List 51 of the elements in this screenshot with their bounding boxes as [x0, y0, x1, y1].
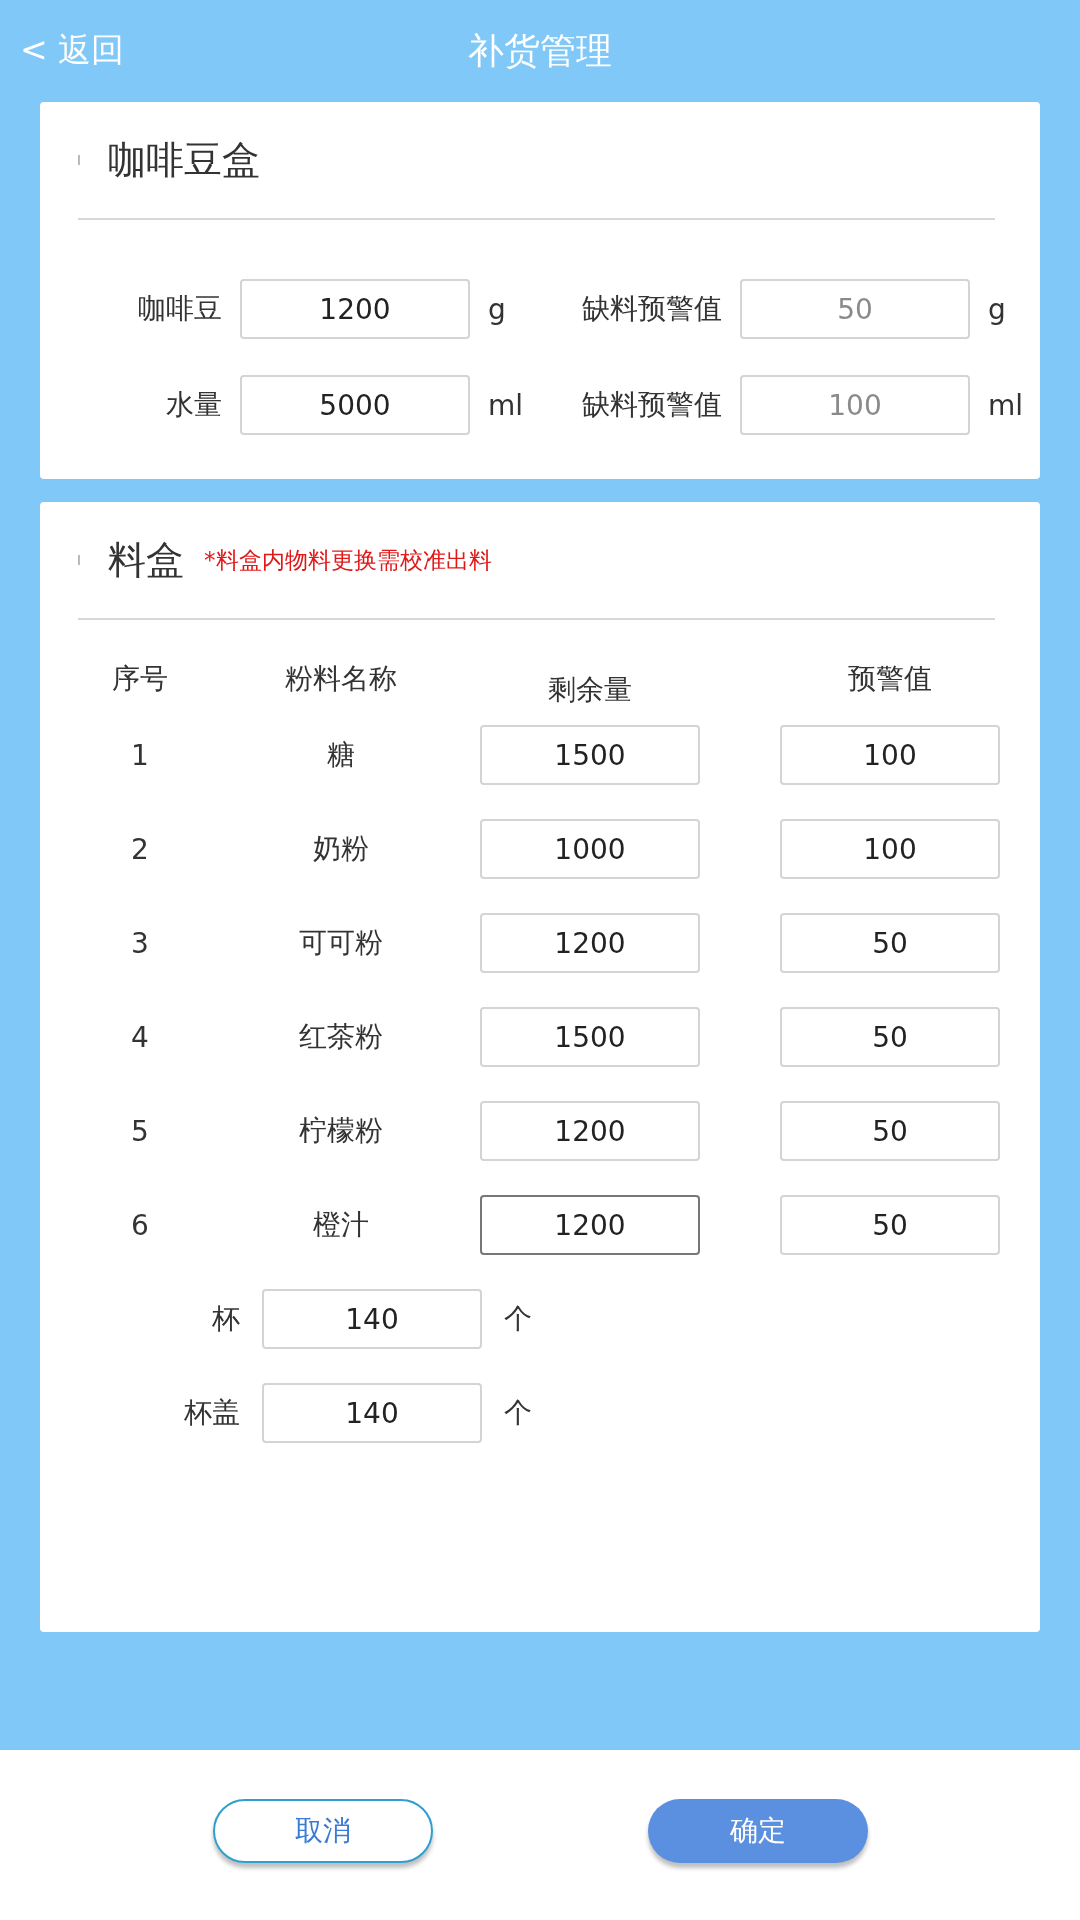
page-title: 补货管理 [468, 28, 612, 73]
remaining-field[interactable]: 1000 [480, 819, 700, 879]
material-name: 糖 [326, 737, 356, 773]
count-field[interactable]: 140 [262, 1289, 482, 1349]
row-number: 5 [130, 1114, 150, 1148]
row-number: 6 [130, 1208, 150, 1242]
field-label: 缺料预警值 [581, 387, 722, 423]
unit-label: ml [988, 388, 1024, 422]
amount-field[interactable]: 5000 [240, 375, 470, 435]
cancel-button[interactable]: 取消 [212, 1799, 433, 1863]
warning-note: *料盒内物料更换需校准出料 [204, 545, 492, 575]
field-label: 杯 [211, 1301, 240, 1337]
field-label: 水量 [165, 387, 222, 423]
unit-label: ml [488, 388, 525, 422]
amount-field[interactable]: 1200 [240, 279, 470, 339]
material-name: 红茶粉 [298, 1019, 384, 1055]
field-label: 缺料预警值 [581, 291, 722, 327]
remaining-field[interactable]: 1500 [480, 1007, 700, 1067]
warning-field[interactable]: 100 [780, 819, 1000, 879]
column-header: 序号 [111, 660, 169, 697]
count-field[interactable]: 140 [262, 1383, 482, 1443]
warning-field[interactable]: 50 [780, 1007, 1000, 1067]
row-number: 2 [130, 832, 150, 866]
row-number: 4 [130, 1020, 150, 1054]
row-number: 3 [130, 926, 150, 960]
row-number: 1 [130, 738, 150, 772]
remaining-field[interactable]: 1200 [480, 1195, 700, 1255]
warning-field[interactable]: 50 [780, 1101, 1000, 1161]
column-header: 粉料名称 [284, 660, 398, 697]
field-label: 咖啡豆 [137, 291, 222, 327]
warning-field[interactable]: 100 [780, 725, 1000, 785]
column-header: 预警值 [847, 660, 933, 697]
field-label: 杯盖 [183, 1395, 240, 1431]
unit-label: g [488, 292, 507, 326]
unit-label: 个 [504, 1301, 533, 1337]
remaining-field[interactable]: 1200 [480, 913, 700, 973]
unit-label: 个 [504, 1395, 533, 1431]
section-title: 料盒 [108, 536, 184, 584]
unit-label: g [988, 292, 1007, 326]
remaining-field[interactable]: 1200 [480, 1101, 700, 1161]
column-header: 剩余量 [547, 672, 633, 708]
remaining-field[interactable]: 1500 [480, 725, 700, 785]
material-name: 柠檬粉 [298, 1113, 384, 1149]
title-marker [78, 555, 80, 565]
section-title: 咖啡豆盒 [108, 136, 260, 184]
warning-field[interactable]: 50 [780, 1195, 1000, 1255]
title-marker [78, 155, 80, 165]
material-name: 橙汁 [312, 1207, 370, 1243]
material-name: 奶粉 [312, 831, 370, 867]
warning-field[interactable]: 50 [780, 913, 1000, 973]
material-name: 可可粉 [298, 925, 384, 961]
